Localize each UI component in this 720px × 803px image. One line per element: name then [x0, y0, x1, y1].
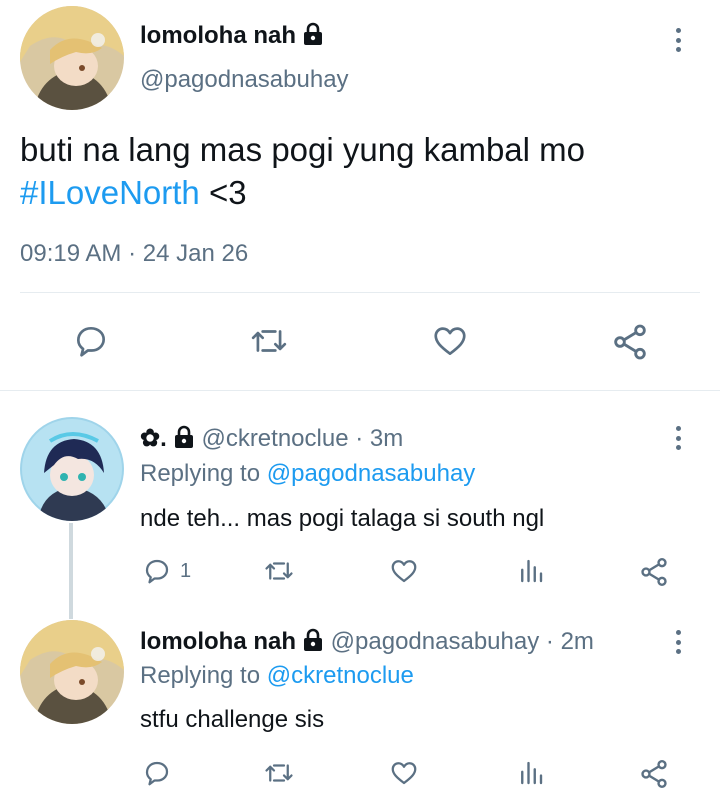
reply-2-text: stfu challenge sis — [140, 706, 325, 733]
tweet-body: buti na lang mas pogi yung kambal mo — [20, 131, 585, 168]
separator-dot: · — [128, 240, 137, 267]
retweet-button[interactable] — [248, 322, 290, 360]
reply-1-analytics-button[interactable] — [516, 556, 546, 586]
retweet-icon — [251, 330, 287, 352]
reply-2-time: 2m — [560, 628, 594, 655]
reply-2-display-name[interactable]: lomoloha nah — [140, 628, 296, 655]
like-icon — [391, 560, 417, 583]
lock-icon — [302, 22, 324, 53]
lock-icon — [173, 425, 195, 456]
share-icon — [641, 558, 667, 586]
share-button[interactable] — [610, 322, 650, 362]
share-icon — [614, 324, 646, 360]
separator-dot: · — [355, 425, 364, 452]
reply-1-text: nde teh... mas pogi talaga si south ngl — [140, 505, 545, 532]
reply-button[interactable] — [72, 322, 110, 360]
lock-icon — [302, 628, 324, 659]
reply-1-display-name[interactable]: ✿. — [140, 425, 167, 452]
reply-2-replying-to: Replying to @ckretnoclue — [140, 662, 414, 690]
more-icon[interactable] — [674, 630, 682, 654]
reply-1-retweet-button[interactable] — [262, 556, 296, 586]
main-handle[interactable]: @pagodnasabuhay — [140, 66, 349, 94]
reply-1-reply-button[interactable]: 1 — [142, 556, 191, 586]
reply-icon — [145, 559, 169, 584]
reply-2-like-button[interactable] — [388, 758, 420, 788]
like-icon — [434, 327, 466, 356]
reply-icon — [145, 761, 169, 786]
reply-1-like-button[interactable] — [388, 556, 420, 586]
avatar-reply-1[interactable] — [20, 417, 124, 521]
reply-2-analytics-button[interactable] — [516, 758, 546, 788]
tweet-timestamp: 09:19 AM · 24 Jan 26 — [20, 240, 248, 268]
analytics-icon — [521, 559, 543, 583]
tweet-suffix: <3 — [199, 174, 247, 211]
retweet-icon — [265, 562, 293, 580]
main-display-name[interactable]: lomoloha nah — [140, 22, 324, 53]
reply-2-header: lomoloha nah @pagodnasabuhay · 2m — [140, 628, 594, 659]
avatar-main[interactable] — [20, 6, 124, 110]
analytics-icon — [521, 761, 543, 785]
more-icon[interactable] — [674, 426, 682, 450]
like-icon — [391, 762, 417, 785]
reply-count: 1 — [180, 559, 192, 582]
share-icon — [641, 760, 667, 788]
reply-1-handle[interactable]: @ckretnoclue — [201, 425, 348, 452]
reply-2-share-button[interactable] — [638, 758, 670, 790]
section-divider — [0, 390, 720, 391]
thread-line — [69, 523, 73, 619]
replying-to-link[interactable]: @pagodnasabuhay — [267, 460, 476, 487]
reply-2-handle[interactable]: @pagodnasabuhay — [331, 628, 540, 655]
reply-icon — [76, 326, 106, 357]
reply-1-header: ✿. @ckretnoclue · 3m — [140, 424, 403, 456]
tweet-date: 24 Jan 26 — [142, 240, 249, 267]
separator-dot: · — [545, 628, 554, 655]
replying-prefix: Replying to — [140, 662, 261, 689]
tweet-text: buti na lang mas pogi yung kambal mo #IL… — [20, 128, 700, 214]
more-icon[interactable] — [674, 28, 682, 52]
divider — [20, 292, 700, 293]
display-name-text: lomoloha nah — [140, 22, 296, 49]
replying-prefix: Replying to — [140, 460, 261, 487]
reply-1-replying-to: Replying to @pagodnasabuhay — [140, 460, 475, 488]
replying-to-link[interactable]: @ckretnoclue — [267, 662, 414, 689]
hashtag-link[interactable]: #ILoveNorth — [20, 174, 200, 211]
reply-1-share-button[interactable] — [638, 556, 670, 588]
avatar-reply-2[interactable] — [20, 620, 124, 724]
reply-2-reply-button[interactable] — [142, 758, 172, 788]
like-button[interactable] — [430, 322, 470, 360]
reply-2-retweet-button[interactable] — [262, 758, 296, 788]
reply-1-time: 3m — [369, 425, 404, 452]
retweet-icon — [265, 764, 293, 782]
tweet-time: 09:19 AM — [20, 240, 122, 267]
